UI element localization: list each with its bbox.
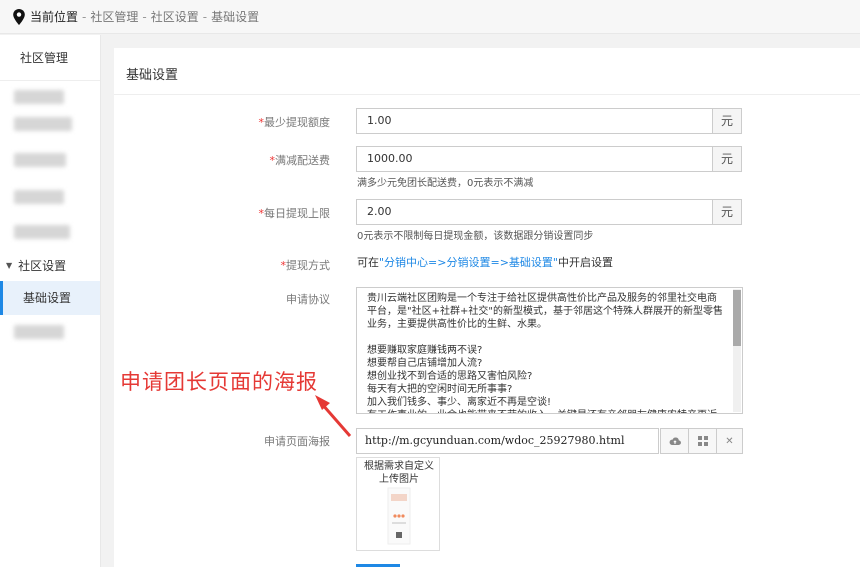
agreement-line bbox=[367, 331, 728, 344]
daily-limit-label: *每日提现上限 bbox=[210, 205, 331, 221]
min-withdraw-label-text: 最少提现额度 bbox=[264, 116, 330, 129]
sidebar-section-label: 社区设置 bbox=[18, 258, 67, 273]
agreement-line: 想创业找不到合适的思路又害怕风险? bbox=[367, 371, 533, 382]
annotation-arrow-icon bbox=[315, 395, 352, 437]
upload-button[interactable] bbox=[660, 428, 689, 454]
withdraw-method-text: 可在"分销中心=>分销设置=>基础设置"中开启设置 bbox=[357, 254, 613, 270]
poster-preview-image bbox=[387, 487, 411, 545]
annotation-text: 申请团长页面的海报 bbox=[120, 370, 318, 394]
distribution-settings-link[interactable]: "分销中心=>分销设置=>基础设置" bbox=[379, 256, 558, 269]
agreement-line: 有工作事业的，业余也能带来不菲的收入，关键是还有亲邻朋友健康农特产更近 bbox=[367, 409, 728, 413]
free-shipping-label-text: 满减配送费 bbox=[275, 154, 330, 167]
close-icon: ✕ bbox=[725, 435, 734, 447]
image-library-button[interactable] bbox=[688, 428, 717, 454]
daily-limit-help: 0元表示不限制每日提现金额，该数据跟分销设置同步 bbox=[357, 231, 594, 242]
agreement-textarea[interactable]: 贵川云端社区团购是一个专注于给社区提供高性价比产品及服务的邻里社交电商 平台，是"… bbox=[356, 287, 743, 414]
free-shipping-unit: 元 bbox=[712, 146, 742, 172]
min-withdraw-unit: 元 bbox=[712, 108, 742, 134]
withdraw-method-label-text: 提现方式 bbox=[286, 259, 330, 272]
daily-limit-input[interactable]: 2.00 bbox=[356, 199, 713, 225]
main-panel: 基础设置 *最少提现额度 1.00 元 *满减配送费 1000.00 元 满多少… bbox=[114, 48, 860, 567]
sidebar-item-blurred[interactable] bbox=[14, 117, 72, 131]
daily-limit-unit: 元 bbox=[712, 199, 742, 225]
free-shipping-label: *满减配送费 bbox=[210, 152, 331, 168]
withdraw-method-label: *提现方式 bbox=[210, 257, 331, 273]
sidebar: 社区管理 ▼ 社区设置 基础设置 bbox=[0, 35, 101, 567]
agreement-label: 申请协议 bbox=[286, 293, 330, 306]
breadcrumb-separator: - bbox=[142, 9, 147, 24]
breadcrumb-separator: - bbox=[82, 9, 87, 24]
sidebar-section-community-settings[interactable]: ▼ 社区设置 bbox=[0, 255, 100, 275]
breadcrumb-separator: - bbox=[202, 9, 208, 24]
grid-icon bbox=[697, 436, 708, 446]
min-withdraw-input[interactable]: 1.00 bbox=[356, 108, 713, 134]
free-shipping-help: 满多少元免团长配送费，0元表示不满减 bbox=[357, 178, 534, 189]
withdraw-method-suffix: 中开启设置 bbox=[558, 256, 613, 269]
agreement-line: 贵川云端社区团购是一个专注于给社区提供高性价比产品及服务的邻里社交电商 bbox=[367, 293, 717, 304]
scrollbar-thumb[interactable] bbox=[733, 290, 741, 346]
breadcrumb-item[interactable]: 社区设置 bbox=[151, 8, 199, 25]
agreement-line: 平台，是"社区+社群+社交"的新型模式，基于邻居这个特殊人群展开的新型零售 bbox=[367, 306, 723, 317]
poster-url-input[interactable]: http://m.gcyunduan.com/wdoc_25927980.htm… bbox=[356, 428, 659, 454]
location-pin-icon bbox=[13, 8, 25, 25]
caret-down-icon: ▼ bbox=[6, 260, 13, 270]
sidebar-header: 社区管理 bbox=[0, 35, 100, 81]
sidebar-item-blurred[interactable] bbox=[14, 190, 64, 204]
agreement-line: 加入我们钱多、事少、离家近不再是空谈! bbox=[367, 397, 552, 408]
cloud-upload-icon bbox=[669, 437, 681, 446]
agreement-line: 业务，主要提供高性价比的生鲜、水果。 bbox=[367, 319, 547, 330]
free-shipping-input[interactable]: 1000.00 bbox=[356, 146, 713, 172]
sidebar-item-blurred[interactable] bbox=[14, 325, 64, 339]
sidebar-item-blurred[interactable] bbox=[14, 90, 64, 104]
agreement-line: 想要赚取家庭赚钱两不误? bbox=[367, 345, 483, 356]
breadcrumb-label: 当前位置 bbox=[30, 10, 79, 24]
sidebar-item-basic-settings[interactable]: 基础设置 bbox=[0, 281, 100, 315]
breadcrumb: 当前位置 - 社区管理 - 社区设置 - 基础设置 bbox=[0, 0, 860, 34]
sidebar-item-blurred[interactable] bbox=[14, 225, 70, 239]
page-title: 基础设置 bbox=[126, 68, 179, 83]
min-withdraw-label: *最少提现额度 bbox=[210, 114, 331, 130]
divider bbox=[114, 94, 860, 95]
sidebar-item-blurred[interactable] bbox=[14, 153, 66, 167]
breadcrumb-item[interactable]: 社区管理 bbox=[90, 8, 138, 25]
agreement-line: 想要帮自己店铺增加人流? bbox=[367, 358, 483, 369]
withdraw-method-prefix: 可在 bbox=[357, 256, 379, 269]
breadcrumb-item-current: 基础设置 bbox=[211, 10, 260, 24]
daily-limit-label-text: 每日提现上限 bbox=[264, 207, 330, 220]
agreement-line: 每天有大把的空闲时间无所事事? bbox=[367, 384, 513, 395]
clear-button[interactable]: ✕ bbox=[716, 428, 743, 454]
poster-thumbnail[interactable]: 根据需求自定义 上传图片 bbox=[356, 457, 440, 551]
